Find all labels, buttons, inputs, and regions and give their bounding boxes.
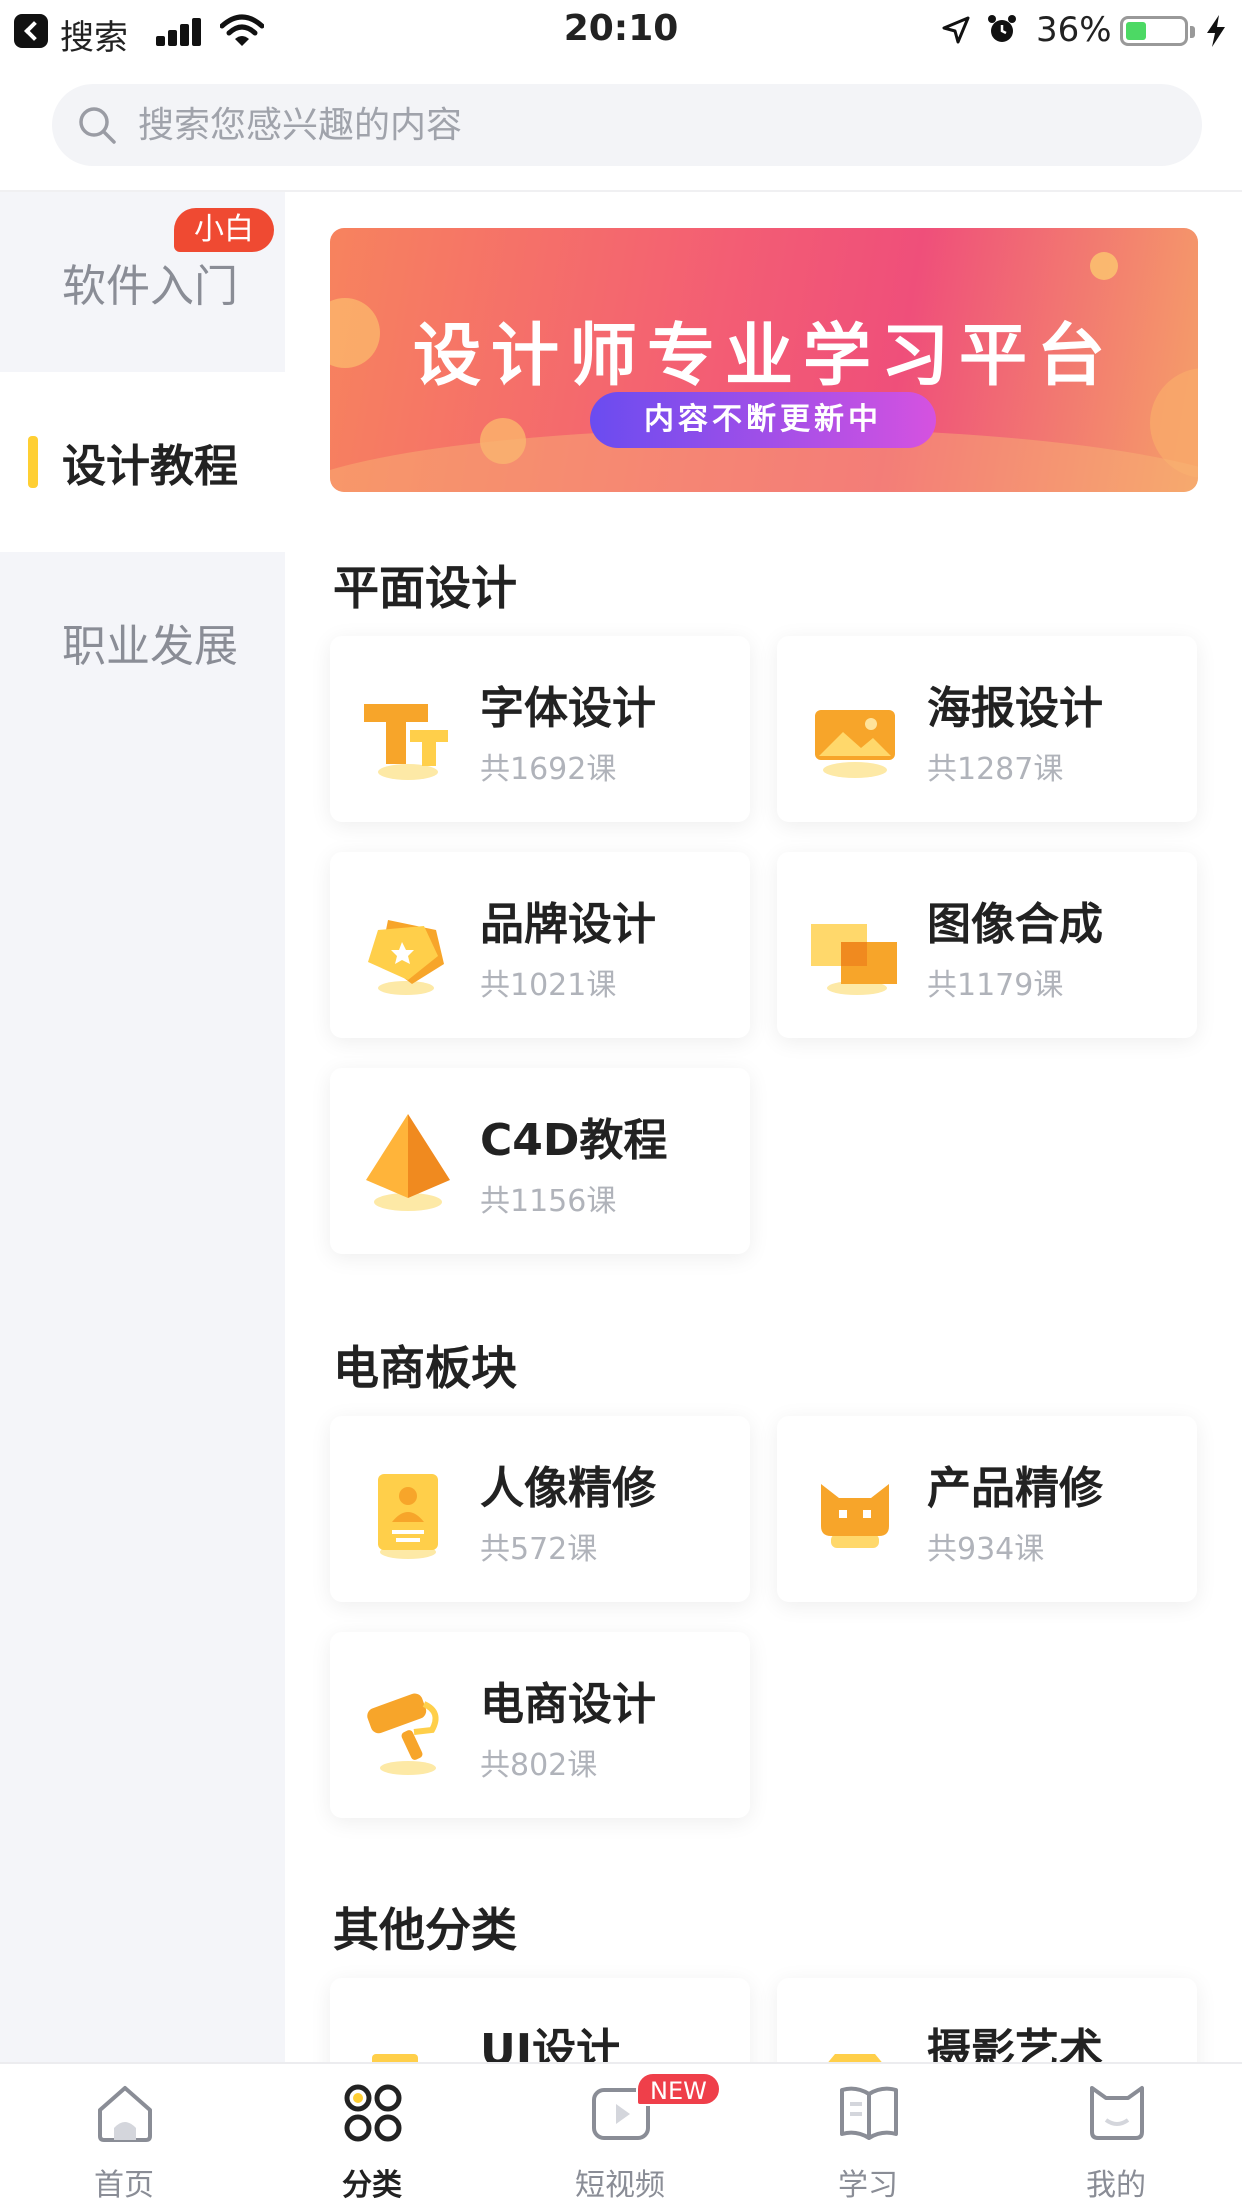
home-icon [98,2086,152,2142]
profile-icon [1090,2086,1144,2140]
banner-pill: 内容不断更新中 [590,392,936,448]
card-count: 共802课 [480,1748,598,1783]
battery-level [1126,22,1147,40]
banner-title: 设计师专业学习平台 [412,317,1115,396]
ui-icon [372,2054,418,2062]
card-title: UI设计 [480,2025,621,2062]
sidebar-item-label: 软件入门 [62,261,238,312]
category-card-portrait-retouch[interactable]: 人像精修 共572课 [330,1416,750,1602]
tab-label: 我的 [1086,2168,1146,2203]
card-title: 人像精修 [480,1463,656,1514]
tab-profile[interactable]: 我的 [992,2064,1240,2208]
tab-label: 短视频 [575,2168,665,2203]
sidebar-item-design-tutorials[interactable]: 设计教程 [0,372,285,552]
card-title: 品牌设计 [480,899,656,950]
charging-icon [1207,15,1225,47]
card-count: 共1156课 [480,1184,617,1219]
card-title: 图像合成 [927,899,1103,950]
image-icon [815,710,895,778]
tab-short-video[interactable]: NEW 短视频 [496,2064,744,2208]
sidebar-item-label: 设计教程 [62,441,238,492]
alarm-icon [988,15,1016,42]
card-title: 海报设计 [927,683,1103,734]
portrait-icon [378,1474,438,1559]
card-title: 摄影艺术 [927,2025,1103,2062]
tab-label: 学习 [838,2168,898,2203]
battery-percent: 36% [1036,10,1112,50]
search-input[interactable] [138,84,1178,166]
camera-icon [828,2054,882,2062]
sidebar-item-career[interactable]: 职业发展 [0,552,285,732]
tab-label: 分类 [342,2168,402,2203]
category-card-photography[interactable]: 摄影艺术 [777,1978,1197,2062]
category-card-ecommerce-design[interactable]: 电商设计 共802课 [330,1632,750,1818]
category-card-font-design[interactable]: 字体设计 共1692课 [330,636,750,822]
sidebar-item-software-intro[interactable]: 软件入门 小白 [0,192,285,372]
section-title-ecommerce: 电商板块 [333,1341,517,1395]
tab-home[interactable]: 首页 [0,2064,248,2208]
category-card-image-compositing[interactable]: 图像合成 共1179课 [777,852,1197,1038]
tab-learning[interactable]: 学习 [744,2064,992,2208]
card-count: 共1021课 [480,968,617,1003]
search-bar[interactable] [52,84,1202,166]
paint-roller-icon [367,1693,439,1775]
tab-label: 首页 [94,2168,154,2203]
card-title: 电商设计 [480,1679,656,1730]
card-count: 共934课 [927,1532,1045,1567]
sidebar-item-label: 职业发展 [62,621,238,672]
layers-icon [811,924,897,995]
category-card-poster-design[interactable]: 海报设计 共1287课 [777,636,1197,822]
battery-tip [1190,26,1195,38]
banner-decoration [1090,252,1118,280]
card-title: 字体设计 [480,683,656,734]
category-card-brand-design[interactable]: 品牌设计 共1021课 [330,852,750,1038]
font-icon [364,704,448,780]
card-count: 共572课 [480,1532,598,1567]
section-title-other: 其他分类 [333,1903,517,1957]
card-count: 共1287课 [927,752,1064,787]
pyramid-icon [366,1114,450,1211]
promo-banner[interactable]: 设计师专业学习平台 内容不断更新中 [330,228,1198,492]
active-indicator [28,436,38,488]
category-card-c4d-tutorial[interactable]: C4D教程 共1156课 [330,1068,750,1254]
category-icon [344,2084,402,2142]
category-content: 设计师专业学习平台 内容不断更新中 平面设计 字体设计 共1692课 海报设计 … [285,192,1242,2062]
card-title: C4D教程 [480,1115,668,1166]
location-icon [942,16,970,44]
new-badge: NEW [636,2072,721,2106]
card-count: 共1692课 [480,752,617,787]
book-icon [840,2086,898,2140]
card-title: 产品精修 [927,1463,1103,1514]
battery-icon [1120,16,1188,46]
product-icon [821,1484,889,1548]
category-sidebar: 软件入门 小白 设计教程 职业发展 [0,192,285,2062]
tab-category[interactable]: 分类 [248,2064,496,2208]
bottom-tab-bar: 首页 分类 NEW 短视频 学习 我的 [0,2062,1242,2208]
category-card-product-retouch[interactable]: 产品精修 共934课 [777,1416,1197,1602]
brand-tag-icon [368,920,444,995]
beginner-badge: 小白 [174,208,274,252]
card-count: 共1179课 [927,968,1064,1003]
section-title-graphic-design: 平面设计 [333,561,517,615]
category-card-ui-design[interactable]: UI设计 [330,1978,750,2062]
search-icon [79,107,116,144]
status-bar: 搜索 20:10 36% [0,0,1242,62]
